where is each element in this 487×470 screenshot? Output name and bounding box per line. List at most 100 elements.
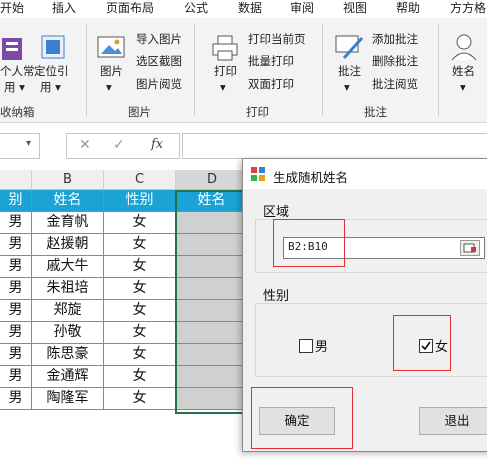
table-cell-b[interactable]: 金育帆: [32, 212, 104, 234]
tab-formulas[interactable]: 公式: [184, 0, 208, 16]
range-picker-icon[interactable]: [460, 240, 480, 256]
duplex-print-button[interactable]: 双面打印: [248, 77, 294, 91]
header-cell-b[interactable]: 姓名: [32, 190, 104, 212]
person-icon: [450, 32, 478, 65]
column-header-a[interactable]: [0, 170, 32, 190]
table-cell-a[interactable]: 男: [0, 212, 32, 234]
range-label: 区域: [263, 205, 290, 220]
print-button[interactable]: 打印: [214, 64, 237, 78]
name-dropdown-icon[interactable]: ▾: [460, 80, 466, 94]
dialog-titlebar: 生成随机姓名: [243, 159, 487, 189]
header-cell-c[interactable]: 性别: [104, 190, 176, 212]
name-box-chevron-icon[interactable]: ▾: [26, 138, 31, 149]
gender-label: 性别: [263, 289, 290, 304]
table-cell-b[interactable]: 孙敬: [32, 322, 104, 344]
picture-icon: [96, 34, 126, 65]
picture-dropdown-icon[interactable]: ▾: [106, 80, 112, 94]
tab-review[interactable]: 审阅: [290, 0, 314, 16]
highlight-box-range: [273, 219, 345, 267]
group-label-picture: 图片: [128, 105, 151, 119]
personal-icon: [0, 36, 26, 65]
table-cell-a[interactable]: 男: [0, 300, 32, 322]
table-cell-b[interactable]: 陶隆军: [32, 388, 104, 410]
table-cell-a[interactable]: 男: [0, 366, 32, 388]
ribbon-tab-bar: 开始 插入 页面布局 公式 数据 审阅 视图 帮助 方方格: [0, 0, 487, 18]
table-cell-c[interactable]: 女: [104, 256, 176, 278]
batch-print-button[interactable]: 批量打印: [248, 54, 294, 68]
table-cell-a[interactable]: 男: [0, 256, 32, 278]
header-cell-a[interactable]: 别: [0, 190, 32, 212]
tab-help[interactable]: 帮助: [396, 0, 420, 16]
picture-button[interactable]: 图片: [100, 64, 123, 78]
formula-input[interactable]: [182, 133, 487, 159]
import-picture-button[interactable]: 导入图片: [136, 32, 182, 46]
group-divider: [194, 24, 195, 116]
table-cell-c[interactable]: 女: [104, 366, 176, 388]
male-checkbox[interactable]: [299, 339, 313, 353]
add-comment-button[interactable]: 添加批注: [372, 32, 418, 46]
tab-home[interactable]: 开始: [0, 0, 24, 16]
app-grid-icon: [251, 167, 265, 184]
comment-pen-icon: [334, 32, 364, 65]
selection-outline: [175, 190, 250, 414]
table-cell-a[interactable]: 男: [0, 344, 32, 366]
cancel-icon[interactable]: ✕: [79, 137, 91, 153]
group-label-comment: 批注: [364, 105, 387, 119]
comment-browse-button[interactable]: 批注阅览: [372, 77, 418, 91]
random-name-dialog: 生成随机姓名 区域 B2:B10 性别 男 女 确定 退出: [242, 158, 487, 452]
tab-data[interactable]: 数据: [238, 0, 262, 16]
comment-button[interactable]: 批注: [338, 64, 361, 78]
locate-ref-icon: [40, 34, 68, 65]
column-header-c[interactable]: C: [104, 170, 176, 190]
tab-view[interactable]: 视图: [343, 0, 367, 16]
tab-page-layout[interactable]: 页面布局: [106, 0, 154, 16]
gender-group: [255, 303, 487, 377]
delete-comment-button[interactable]: 删除批注: [372, 54, 418, 68]
table-cell-c[interactable]: 女: [104, 322, 176, 344]
tab-insert[interactable]: 插入: [52, 0, 76, 16]
personal-button[interactable]: 个人常: [0, 64, 35, 78]
print-current-page-button[interactable]: 打印当前页: [248, 32, 306, 46]
formula-buttons: ✕ ✓ fx: [66, 133, 180, 159]
locate-ref-button[interactable]: 定位引: [34, 64, 69, 78]
table-cell-c[interactable]: 女: [104, 212, 176, 234]
name-box[interactable]: ▾: [0, 133, 40, 159]
table-cell-c[interactable]: 女: [104, 278, 176, 300]
print-dropdown-icon[interactable]: ▾: [220, 80, 226, 94]
table-cell-b[interactable]: 赵援朝: [32, 234, 104, 256]
comment-dropdown-icon[interactable]: ▾: [344, 80, 350, 94]
table-cell-c[interactable]: 女: [104, 234, 176, 256]
tab-fangfangge[interactable]: 方方格: [450, 0, 486, 16]
male-label[interactable]: 男: [315, 336, 328, 355]
group-divider: [438, 24, 439, 116]
personal-button-sub[interactable]: 用 ▾: [4, 80, 25, 94]
exit-button[interactable]: 退出: [419, 407, 487, 435]
group-label-collect: 收纳箱: [0, 105, 35, 119]
picture-browse-button[interactable]: 图片阅览: [136, 77, 182, 91]
table-cell-c[interactable]: 女: [104, 344, 176, 366]
table-cell-a[interactable]: 男: [0, 278, 32, 300]
table-cell-b[interactable]: 郑旋: [32, 300, 104, 322]
locate-ref-button-sub[interactable]: 用 ▾: [40, 80, 61, 94]
table-cell-b[interactable]: 戚大牛: [32, 256, 104, 278]
name-button[interactable]: 姓名: [452, 64, 475, 78]
select-screenshot-button[interactable]: 选区截图: [136, 54, 182, 68]
table-cell-c[interactable]: 女: [104, 300, 176, 322]
confirm-icon[interactable]: ✓: [113, 137, 125, 153]
table-cell-b[interactable]: 朱祖培: [32, 278, 104, 300]
table-cell-a[interactable]: 男: [0, 388, 32, 410]
group-divider: [86, 24, 87, 116]
table-cell-b[interactable]: 金通辉: [32, 366, 104, 388]
group-divider: [322, 24, 323, 116]
fx-icon[interactable]: fx: [151, 137, 163, 152]
column-header-b[interactable]: B: [32, 170, 104, 190]
group-label-print: 打印: [246, 105, 269, 119]
table-cell-b[interactable]: 陈思豪: [32, 344, 104, 366]
highlight-box-ok: [251, 387, 353, 449]
dialog-title: 生成随机姓名: [273, 170, 349, 185]
table-cell-a[interactable]: 男: [0, 322, 32, 344]
column-header-d[interactable]: D: [176, 170, 249, 190]
table-cell-a[interactable]: 男: [0, 234, 32, 256]
printer-icon: [210, 34, 240, 65]
table-cell-c[interactable]: 女: [104, 388, 176, 410]
